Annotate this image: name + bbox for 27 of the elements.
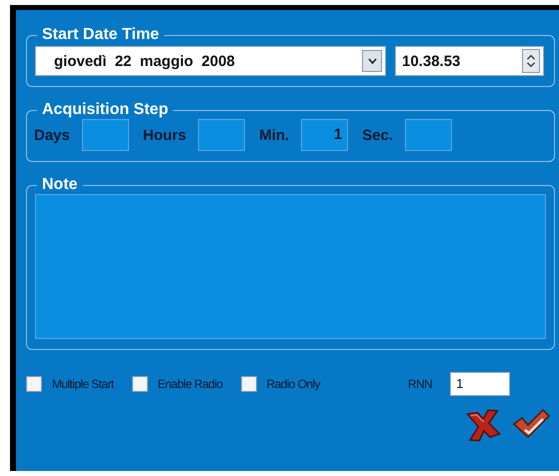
- spin-buttons-icon[interactable]: [522, 49, 540, 73]
- checkbox-label: Multiple Start: [52, 377, 114, 391]
- rnn-field[interactable]: 1: [450, 372, 510, 396]
- checkbox-label: Enable Radio: [158, 377, 222, 391]
- number-field[interactable]: [198, 119, 246, 151]
- date-text: giovedì 22 maggio 2008: [54, 52, 236, 70]
- field-label: Min.: [259, 126, 290, 144]
- number-field[interactable]: 1: [301, 119, 348, 151]
- group-title: Note: [41, 176, 79, 194]
- checkbox-label: Radio Only: [266, 377, 320, 391]
- date-picker[interactable]: giovedì 22 maggio 2008: [35, 46, 386, 76]
- group-title: Start Date Time: [41, 26, 160, 44]
- field-label: Sec.: [362, 126, 394, 144]
- dropdown-button[interactable]: [362, 50, 382, 72]
- checkbox[interactable]: [132, 376, 148, 392]
- caret-icon: [368, 58, 376, 64]
- checkbox[interactable]: [240, 376, 256, 392]
- time-text: 10.38.53: [402, 52, 462, 70]
- note-field[interactable]: [35, 194, 546, 339]
- checkbox[interactable]: [26, 376, 42, 392]
- rnn-label: RNN: [408, 377, 432, 391]
- number-field[interactable]: [82, 119, 129, 151]
- time-field[interactable]: 10.38.53: [395, 46, 544, 76]
- field-label: Hours: [142, 126, 186, 144]
- group-title: Acquisition Step: [41, 101, 170, 119]
- number-field[interactable]: [405, 119, 452, 151]
- field-label: Days: [34, 126, 70, 144]
